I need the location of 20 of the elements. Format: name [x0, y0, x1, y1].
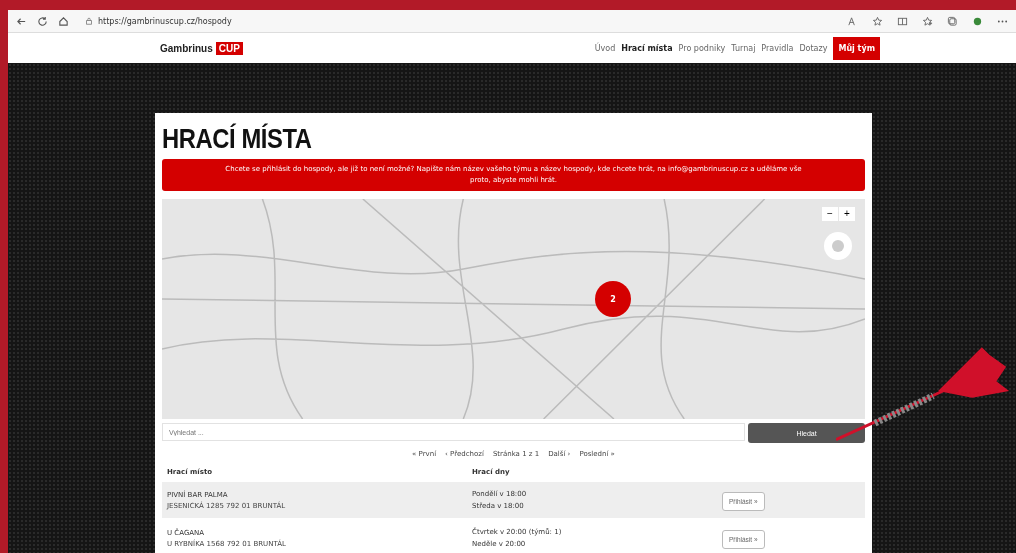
nav-link[interactable]: Pro podniky — [678, 43, 726, 53]
nav-link[interactable]: Turnaj — [731, 43, 756, 53]
read-aloud-icon[interactable] — [847, 15, 858, 27]
nav-link[interactable]: Úvod — [594, 43, 616, 53]
site-logo[interactable]: Gambrinus CUP — [160, 41, 243, 55]
home-icon[interactable] — [58, 15, 69, 27]
nav-link[interactable]: Pravidla — [761, 43, 794, 53]
refresh-icon[interactable] — [37, 15, 48, 27]
zoom-out-button[interactable]: − — [822, 207, 838, 222]
nav-link[interactable]: Dotazy — [799, 43, 828, 53]
favorites-icon[interactable] — [922, 15, 933, 27]
nav-link[interactable]: Hrací místa — [621, 43, 673, 53]
page-title: HRACÍ MÍSTA — [162, 123, 312, 155]
map-placeholder[interactable]: 2 − + — [162, 199, 865, 420]
collections-icon[interactable] — [947, 15, 958, 27]
split-screen-icon[interactable] — [897, 15, 908, 27]
star-icon[interactable] — [872, 15, 883, 27]
zoom-in-button[interactable]: + — [839, 207, 855, 222]
map-cluster-marker[interactable]: 2 — [595, 281, 631, 318]
my-team-button[interactable]: Můj tým — [833, 36, 880, 60]
